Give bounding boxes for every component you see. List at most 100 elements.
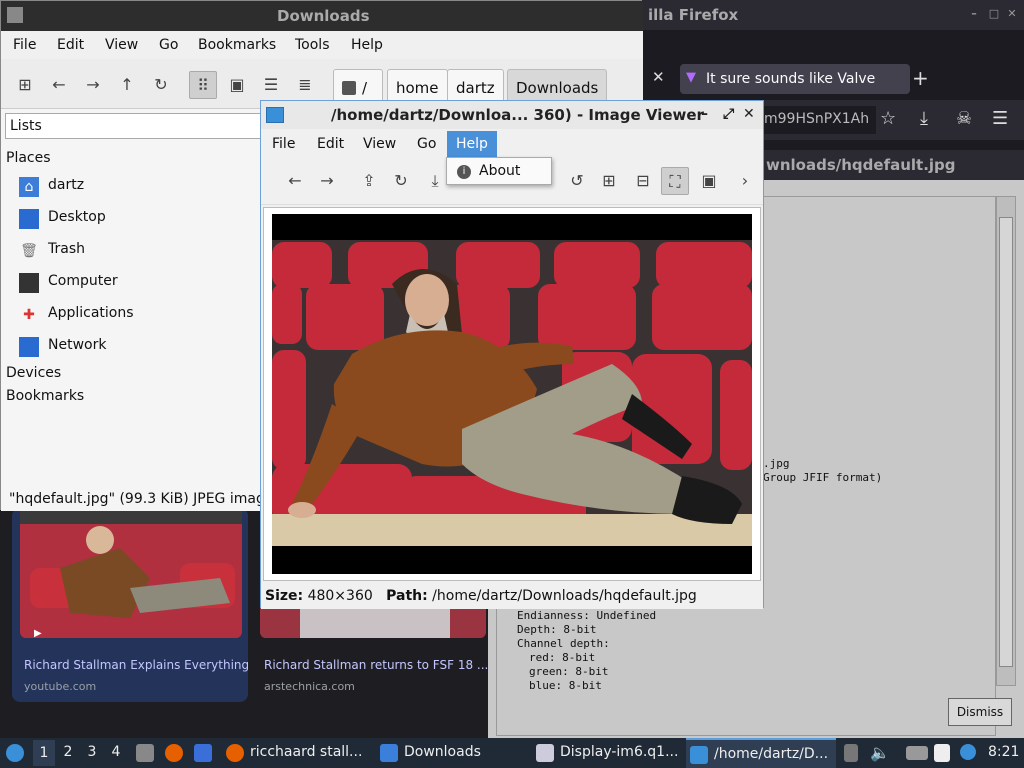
displayed-image: [272, 214, 752, 574]
volume-icon[interactable]: 🔈: [870, 743, 890, 762]
image-canvas[interactable]: [263, 207, 761, 581]
tab-close-icon[interactable]: ✕: [652, 68, 665, 86]
task-label: Downloads: [404, 744, 481, 760]
devices-header[interactable]: Devices: [6, 365, 61, 381]
menu-item-about[interactable]: i About: [447, 158, 551, 184]
desktop-launcher-icon[interactable]: [194, 744, 212, 762]
forward-icon[interactable]: →: [79, 71, 107, 99]
start-menu-icon[interactable]: [6, 744, 24, 762]
breadcrumb-label: /: [362, 79, 368, 97]
new-tab-icon[interactable]: +: [912, 66, 929, 90]
workspace-4[interactable]: 4: [105, 744, 127, 760]
reload-icon[interactable]: ↻: [387, 167, 415, 195]
new-tab-icon[interactable]: ⊞: [11, 71, 39, 99]
breadcrumb-downloads[interactable]: Downloads: [507, 69, 608, 103]
info-line: green: 8-bit: [529, 665, 609, 678]
thumbnail-view-icon[interactable]: ▣: [223, 71, 251, 99]
close-icon[interactable]: ✕: [743, 106, 755, 122]
result-source: youtube.com: [24, 680, 97, 693]
maximize-icon[interactable]: □: [986, 6, 1002, 22]
minimize-icon[interactable]: –: [701, 106, 708, 122]
back-icon[interactable]: ←: [281, 167, 309, 195]
menu-file[interactable]: File: [13, 37, 36, 53]
workspace-1[interactable]: 1: [33, 740, 55, 766]
result-source: arstechnica.com: [264, 680, 355, 693]
menubar: File Edit View Go Help: [261, 129, 763, 159]
play-icon[interactable]: ▶: [34, 628, 42, 638]
notification-icon[interactable]: [960, 744, 976, 760]
icon-view-icon[interactable]: ⠿: [189, 71, 217, 99]
firefox-launcher-icon[interactable]: [165, 744, 183, 762]
status-bar: "hqdefault.jpg" (99.3 KiB) JPEG image: [1, 487, 263, 511]
bookmark-star-icon[interactable]: ☆: [880, 108, 896, 129]
menu-help-label: Help: [456, 136, 488, 152]
url-text: m99HSnPX1Ah: [764, 111, 870, 127]
save-icon[interactable]: ⤓: [421, 167, 449, 195]
download-icon[interactable]: ⤓: [920, 108, 928, 129]
menu-icon[interactable]: ☰: [992, 108, 1008, 129]
breadcrumb-dartz[interactable]: dartz: [447, 69, 504, 103]
menu-help[interactable]: Help: [351, 37, 383, 53]
task-firefox[interactable]: ricchaard stall...: [222, 738, 372, 768]
menu-edit[interactable]: Edit: [57, 37, 84, 53]
zoom-out-icon[interactable]: ⊟: [629, 167, 657, 195]
tab-favicon-icon: ▼: [686, 70, 696, 85]
file-manager-titlebar: Downloads: [1, 1, 643, 31]
dismiss-button[interactable]: Dismiss: [948, 698, 1012, 726]
rotate-left-icon[interactable]: ↺: [563, 167, 591, 195]
menu-edit[interactable]: Edit: [317, 136, 344, 152]
result-thumbnail[interactable]: ▶: [20, 508, 242, 638]
info-line: Channel depth:: [517, 637, 610, 650]
reload-icon[interactable]: ↻: [147, 71, 175, 99]
minimize-icon[interactable]: –: [966, 6, 982, 22]
tab-active[interactable]: ▼ It sure sounds like Valve: [680, 64, 910, 94]
path-value: /home/dartz/Downloads/hqdefault.jpg: [432, 588, 697, 604]
menu-view[interactable]: View: [363, 136, 396, 152]
task-display-im6[interactable]: Display-im6.q1...: [532, 738, 682, 768]
trash-tray-icon[interactable]: [844, 744, 858, 762]
menu-tools[interactable]: Tools: [295, 37, 330, 53]
forward-icon[interactable]: →: [313, 167, 341, 195]
breadcrumb-root[interactable]: /: [333, 69, 383, 103]
open-icon[interactable]: ⇪: [355, 167, 383, 195]
workspace-2[interactable]: 2: [57, 744, 79, 760]
menu-view[interactable]: View: [105, 37, 138, 53]
clipboard-icon[interactable]: [934, 744, 950, 762]
side-pane-mode-select[interactable]: Lists: [5, 113, 265, 139]
desktop-icon: [19, 209, 39, 229]
menu-go[interactable]: Go: [159, 37, 178, 53]
breadcrumb-home[interactable]: home: [387, 69, 448, 103]
menu-file[interactable]: File: [272, 136, 295, 152]
sidebar-item-label: Desktop: [48, 209, 106, 225]
menu-help[interactable]: Help: [447, 131, 497, 159]
scrollbar-thumb[interactable]: [999, 217, 1013, 667]
bookmarks-header[interactable]: Bookmarks: [6, 388, 84, 404]
extension-skull-icon[interactable]: ☠: [956, 108, 972, 129]
stallman-thumbnail-image: [20, 508, 242, 638]
task-downloads[interactable]: Downloads: [376, 738, 526, 768]
back-icon[interactable]: ←: [45, 71, 73, 99]
tab-label: It sure sounds like Valve: [706, 71, 876, 87]
menu-go[interactable]: Go: [417, 136, 436, 152]
original-size-icon[interactable]: ▣: [695, 167, 723, 195]
result-caption[interactable]: Richard Stallman returns to FSF 18 ...: [264, 658, 488, 672]
workspace-3[interactable]: 3: [81, 744, 103, 760]
task-image-viewer[interactable]: /home/dartz/D...: [686, 738, 836, 768]
image-viewer-icon: [690, 746, 708, 764]
next-icon[interactable]: ›: [731, 167, 759, 195]
result-caption[interactable]: Richard Stallman Explains Everything...: [24, 658, 248, 672]
compact-view-icon[interactable]: ☰: [257, 71, 285, 99]
maximize-icon[interactable]: ⤢: [723, 106, 734, 122]
result-card[interactable]: ▶ Richard Stallman Explains Everything..…: [12, 508, 248, 702]
scrollbar[interactable]: [996, 196, 1016, 686]
up-icon[interactable]: ↑: [113, 71, 141, 99]
network-tray-icon[interactable]: [906, 746, 928, 760]
fit-to-window-icon[interactable]: ⛶: [661, 167, 689, 195]
file-manager-launcher-icon[interactable]: [136, 744, 154, 762]
size-value: 480×360: [307, 588, 373, 604]
menu-bookmarks[interactable]: Bookmarks: [198, 37, 276, 53]
close-icon[interactable]: ✕: [1004, 6, 1020, 22]
detailed-view-icon[interactable]: ≣: [291, 71, 319, 99]
zoom-in-icon[interactable]: ⊞: [595, 167, 623, 195]
path-label: Path:: [386, 588, 428, 604]
